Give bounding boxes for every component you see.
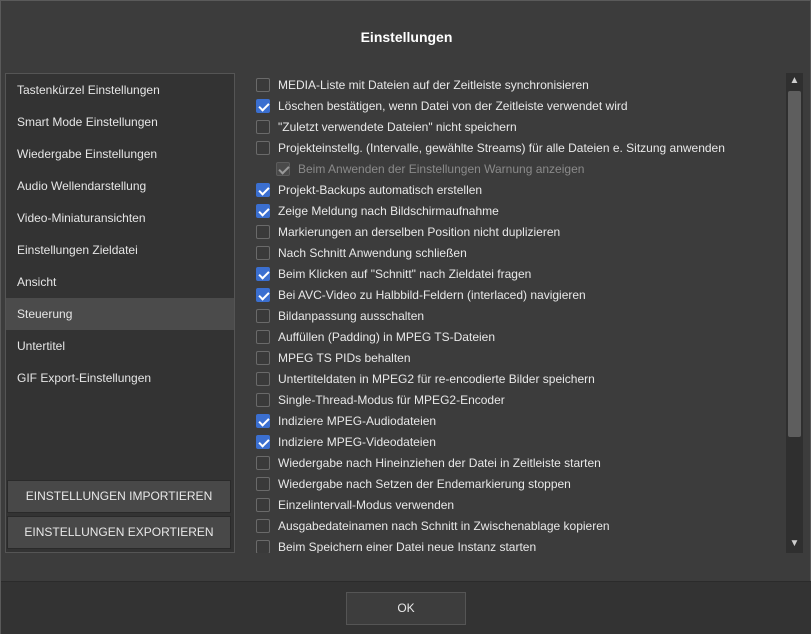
dialog-title: Einstellungen	[360, 29, 453, 45]
sidebar-item-output-file[interactable]: Einstellungen Zieldatei	[6, 234, 234, 266]
checkbox[interactable]	[256, 140, 270, 155]
option-row[interactable]: Zeige Meldung nach Bildschirmaufnahme	[256, 200, 499, 221]
checkbox[interactable]	[256, 119, 270, 134]
option-label: Auffüllen (Padding) in MPEG TS-Dateien	[278, 329, 496, 344]
option-label: Beim Klicken auf "Schnitt" nach Zieldate…	[278, 266, 532, 281]
sidebar-item-view[interactable]: Ansicht	[6, 266, 234, 298]
checkbox[interactable]	[256, 182, 270, 197]
export-settings-button[interactable]: EINSTELLUNGEN EXPORTIEREN	[7, 516, 231, 549]
option-label: Markierungen an derselben Position nicht…	[278, 224, 561, 239]
option-row[interactable]: Single-Thread-Modus für MPEG2-Encoder	[256, 389, 505, 410]
option-row[interactable]: MPEG TS PIDs behalten	[256, 347, 411, 368]
dialog-footer: OK	[1, 581, 811, 634]
checkbox[interactable]	[256, 371, 270, 386]
option-label: Projekt-Backups automatisch erstellen	[278, 182, 483, 197]
option-row[interactable]: Wiedergabe nach Hineinziehen der Datei i…	[256, 452, 601, 473]
sidebar-item-audio-waveform[interactable]: Audio Wellendarstellung	[6, 170, 234, 202]
option-label: Ausgabedateinamen nach Schnitt in Zwisch…	[278, 518, 610, 533]
checkbox[interactable]	[256, 518, 270, 533]
option-row[interactable]: Beim Speichern einer Datei neue Instanz …	[256, 536, 536, 553]
option-row[interactable]: Löschen bestätigen, wenn Datei von der Z…	[256, 95, 628, 116]
options-scrollbar[interactable]: ▲ ▼	[786, 73, 803, 553]
option-label: Einzelintervall-Modus verwenden	[278, 497, 455, 512]
option-row[interactable]: Auffüllen (Padding) in MPEG TS-Dateien	[256, 326, 495, 347]
checkbox[interactable]	[256, 287, 270, 302]
option-label: Beim Speichern einer Datei neue Instanz …	[278, 539, 537, 554]
option-row[interactable]: Markierungen an derselben Position nicht…	[256, 221, 560, 242]
option-label: Beim Anwenden der Einstellungen Warnung …	[298, 161, 585, 176]
checkbox[interactable]	[256, 476, 270, 491]
checkbox[interactable]	[256, 539, 270, 553]
option-row[interactable]: Projekt-Backups automatisch erstellen	[256, 179, 482, 200]
sidebar-item-smart-mode[interactable]: Smart Mode Einstellungen	[6, 106, 234, 138]
sidebar-item-control[interactable]: Steuerung	[6, 298, 234, 330]
option-row[interactable]: Indiziere MPEG-Videodateien	[256, 431, 436, 452]
option-label: Bildanpassung ausschalten	[278, 308, 425, 323]
option-label: "Zuletzt verwendete Dateien" nicht speic…	[278, 119, 517, 134]
option-row[interactable]: "Zuletzt verwendete Dateien" nicht speic…	[256, 116, 517, 137]
checkbox[interactable]	[256, 203, 270, 218]
option-label: Bei AVC-Video zu Halbbild-Feldern (inter…	[278, 287, 586, 302]
checkbox[interactable]	[256, 413, 270, 428]
option-label: Zeige Meldung nach Bildschirmaufnahme	[278, 203, 499, 218]
option-row[interactable]: Nach Schnitt Anwendung schließen	[256, 242, 467, 263]
checkbox[interactable]	[256, 224, 270, 239]
option-row[interactable]: Wiedergabe nach Setzen der Endemarkierun…	[256, 473, 571, 494]
option-label: Wiedergabe nach Setzen der Endemarkierun…	[278, 476, 571, 491]
option-label: Single-Thread-Modus für MPEG2-Encoder	[278, 392, 505, 407]
checkbox[interactable]	[256, 434, 270, 449]
checkbox[interactable]	[256, 455, 270, 470]
option-label: Projekteinstellg. (Intervalle, gewählte …	[278, 140, 725, 155]
option-row[interactable]: Beim Klicken auf "Schnitt" nach Zieldate…	[256, 263, 531, 284]
settings-sidebar: Tastenkürzel Einstellungen Smart Mode Ei…	[5, 73, 235, 553]
option-label: Untertiteldaten in MPEG2 für re-encodier…	[278, 371, 595, 386]
checkbox[interactable]	[256, 266, 270, 281]
sidebar-item-gif-export[interactable]: GIF Export-Einstellungen	[6, 362, 234, 394]
option-row[interactable]: Indiziere MPEG-Audiodateien	[256, 410, 436, 431]
option-label: Löschen bestätigen, wenn Datei von der Z…	[278, 98, 628, 113]
options-list: MEDIA-Liste mit Dateien auf der Zeitleis…	[248, 73, 804, 553]
option-row[interactable]: Untertiteldaten in MPEG2 für re-encodier…	[256, 368, 595, 389]
sidebar-item-playback[interactable]: Wiedergabe Einstellungen	[6, 138, 234, 170]
option-label: Indiziere MPEG-Audiodateien	[278, 413, 437, 428]
option-row[interactable]: Ausgabedateinamen nach Schnitt in Zwisch…	[256, 515, 610, 536]
option-label: Indiziere MPEG-Videodateien	[278, 434, 436, 449]
sidebar-item-subtitles[interactable]: Untertitel	[6, 330, 234, 362]
option-row[interactable]: Projekteinstellg. (Intervalle, gewählte …	[256, 137, 725, 158]
option-label: MPEG TS PIDs behalten	[278, 350, 411, 365]
chevron-down-icon[interactable]: ▼	[786, 536, 803, 552]
checkbox	[276, 161, 290, 176]
option-row[interactable]: MEDIA-Liste mit Dateien auf der Zeitleis…	[256, 74, 589, 95]
ok-button[interactable]: OK	[346, 592, 466, 625]
checkbox[interactable]	[256, 329, 270, 344]
settings-dialog: Einstellungen Tastenkürzel Einstellungen…	[0, 0, 811, 634]
option-label: Nach Schnitt Anwendung schließen	[278, 245, 467, 260]
sidebar-item-video-thumbnails[interactable]: Video-Miniaturansichten	[6, 202, 234, 234]
checkbox[interactable]	[256, 77, 270, 92]
checkbox[interactable]	[256, 350, 270, 365]
option-row-sub: Beim Anwenden der Einstellungen Warnung …	[276, 158, 584, 179]
sidebar-item-shortcuts[interactable]: Tastenkürzel Einstellungen	[6, 74, 234, 106]
checkbox[interactable]	[256, 497, 270, 512]
scrollbar-thumb[interactable]	[788, 91, 801, 437]
option-row[interactable]: Bei AVC-Video zu Halbbild-Feldern (inter…	[256, 284, 586, 305]
option-row[interactable]: Einzelintervall-Modus verwenden	[256, 494, 454, 515]
chevron-up-icon[interactable]: ▲	[786, 73, 803, 89]
checkbox[interactable]	[256, 392, 270, 407]
option-label: MEDIA-Liste mit Dateien auf der Zeitleis…	[278, 77, 589, 92]
import-settings-button[interactable]: EINSTELLUNGEN IMPORTIEREN	[7, 480, 231, 513]
checkbox[interactable]	[256, 98, 270, 113]
checkbox[interactable]	[256, 308, 270, 323]
checkbox[interactable]	[256, 245, 270, 260]
option-label: Wiedergabe nach Hineinziehen der Datei i…	[278, 455, 601, 470]
option-row[interactable]: Bildanpassung ausschalten	[256, 305, 424, 326]
